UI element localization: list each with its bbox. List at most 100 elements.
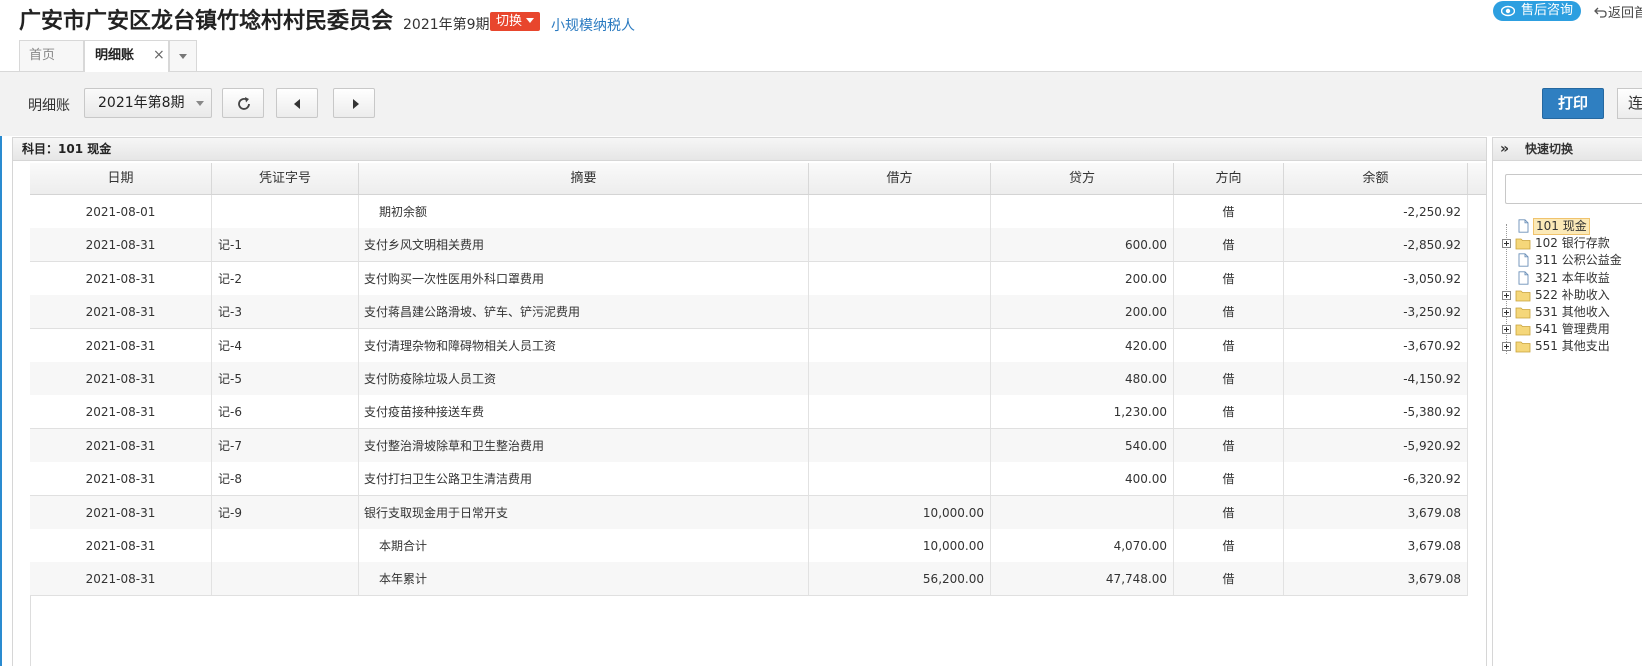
table-row[interactable]: 2021-08-31 记-4 支付清理杂物和障碍物相关人员工资 420.00 借 -3,6… [30, 328, 1468, 363]
tree-item[interactable]: 551 其他支出 [1500, 338, 1642, 355]
subject-header: 科目：101 现金 [12, 137, 1487, 161]
back-arrow-icon [1594, 7, 1607, 18]
expand-plus-icon[interactable] [1502, 342, 1511, 352]
expand-plus-icon[interactable] [1502, 290, 1511, 300]
close-tab-icon[interactable]: × [153, 41, 165, 70]
continuous-print-button[interactable]: 连 [1617, 88, 1642, 119]
cell-debit [809, 428, 991, 462]
tree-item[interactable]: 541 管理费用 [1500, 321, 1642, 338]
column-header-voucher[interactable]: 凭证字号 [212, 163, 359, 194]
tree-item[interactable]: 311 公积公益金 [1500, 252, 1642, 269]
cell-date: 2021-08-31 [30, 362, 212, 395]
tree-item-label: 321 本年收益 [1535, 270, 1610, 285]
expand-plus-icon[interactable] [1502, 239, 1511, 249]
tab-home[interactable]: 首页 [19, 40, 84, 71]
cell-balance: -2,250.92 [1284, 195, 1468, 228]
taxpayer-type-link[interactable]: 小规模纳税人 [551, 15, 635, 35]
cell-voucher: 记-5 [212, 362, 359, 395]
cell-date: 2021-08-31 [30, 562, 212, 596]
column-header-direction[interactable]: 方向 [1174, 163, 1284, 194]
period-select-value: 2021年第8期 [98, 95, 185, 111]
table-row[interactable]: 2021-08-31 记-2 支付购买一次性医用外科口罩费用 200.00 借 -3,05… [30, 261, 1468, 296]
cell-balance: 3,679.08 [1284, 495, 1468, 529]
next-period-button[interactable] [333, 88, 375, 118]
column-header-debit[interactable]: 借方 [809, 163, 991, 194]
table-row[interactable]: 2021-08-31 记-9 银行支取现金用于日常开支 10,000.00 借 3,679… [30, 495, 1468, 530]
table-row[interactable]: 2021-08-01 期初余额 借 -2,250.92 [30, 195, 1468, 229]
cell-balance: -3,050.92 [1284, 261, 1468, 295]
cell-date: 2021-08-31 [30, 295, 212, 329]
tree-item[interactable]: 522 补助收入 [1500, 287, 1642, 304]
chevron-down-icon [196, 101, 204, 106]
tab-detail-ledger-label: 明细账 [95, 48, 135, 63]
back-home-link[interactable]: 返回首 [1594, 2, 1642, 21]
cell-credit: 400.00 [991, 462, 1174, 496]
cell-date: 2021-08-31 [30, 428, 212, 462]
cell-credit: 47,748.00 [991, 562, 1174, 596]
cell-date: 2021-08-31 [30, 261, 212, 295]
cell-direction: 借 [1174, 362, 1284, 395]
tree-item-label: 311 公积公益金 [1535, 253, 1622, 268]
cell-summary: 支付防疫除垃圾人员工资 [359, 362, 809, 395]
tree-item[interactable]: 531 其他收入 [1500, 304, 1642, 321]
tree-item[interactable]: 321 本年收益 [1500, 270, 1642, 287]
cell-direction: 借 [1174, 428, 1284, 462]
cell-debit [809, 462, 991, 496]
cell-debit [809, 328, 991, 362]
tab-detail-ledger[interactable]: 明细账 × [84, 40, 169, 72]
cell-voucher: 记-2 [212, 261, 359, 295]
table-row[interactable]: 2021-08-31 记-6 支付疫苗接种接送车费 1,230.00 借 -5,380.9… [30, 395, 1468, 430]
tree-item[interactable]: 101 现金 [1500, 218, 1642, 235]
table-row[interactable]: 2021-08-31 本年累计 56,200.00 47,748.00 借 3,679.0… [30, 562, 1468, 597]
cell-direction: 借 [1174, 395, 1284, 429]
table-row[interactable]: 2021-08-31 本期合计 10,000.00 4,070.00 借 3,679.08 [30, 529, 1468, 563]
cell-debit: 56,200.00 [809, 562, 991, 596]
tab-list-dropdown[interactable] [169, 40, 197, 71]
table-row[interactable]: 2021-08-31 记-5 支付防疫除垃圾人员工资 480.00 借 -4,150.92 [30, 362, 1468, 396]
cell-date: 2021-08-31 [30, 328, 212, 362]
cell-voucher: 记-4 [212, 328, 359, 362]
cell-debit [809, 195, 991, 228]
column-header-balance[interactable]: 余额 [1284, 163, 1468, 194]
previous-period-button[interactable] [276, 88, 318, 118]
folder-icon [1515, 341, 1531, 353]
cell-summary: 期初余额 [359, 195, 809, 228]
cell-summary: 本期合计 [359, 529, 809, 562]
tree-item[interactable]: 102 银行存款 [1500, 235, 1642, 252]
table-row[interactable]: 2021-08-31 记-8 支付打扫卫生公路卫生清洁费用 400.00 借 -6,320… [30, 462, 1468, 497]
after-sales-consult-button[interactable]: 售后咨询 [1493, 1, 1581, 21]
cell-voucher [212, 562, 359, 596]
cell-voucher: 记-1 [212, 228, 359, 262]
column-header-date[interactable]: 日期 [30, 163, 212, 194]
print-button[interactable]: 打印 [1542, 88, 1604, 119]
collapse-panel-icon[interactable]: » [1500, 138, 1509, 160]
cell-direction: 借 [1174, 228, 1284, 262]
quick-switch-search-input[interactable] [1505, 174, 1642, 204]
switch-label: 切换 [496, 14, 523, 29]
cell-direction: 借 [1174, 462, 1284, 496]
period-select[interactable]: 2021年第8期 [84, 88, 212, 118]
cell-date: 2021-08-01 [30, 195, 212, 228]
cell-credit: 420.00 [991, 328, 1174, 362]
cell-date: 2021-08-31 [30, 529, 212, 562]
table-row[interactable]: 2021-08-31 记-3 支付蒋昌建公路滑坡、铲车、铲污泥费用 200.00 借 -3… [30, 295, 1468, 330]
table-row[interactable]: 2021-08-31 记-7 支付整治滑坡除草和卫生整治费用 540.00 借 -5,92… [30, 428, 1468, 463]
folder-icon [1515, 307, 1531, 319]
cell-credit: 540.00 [991, 428, 1174, 462]
grid-row-gutter [13, 163, 31, 666]
cell-summary: 支付蒋昌建公路滑坡、铲车、铲污泥费用 [359, 295, 809, 329]
table-row[interactable]: 2021-08-31 记-1 支付乡风文明相关费用 600.00 借 -2,850.92 [30, 228, 1468, 263]
cell-balance: -6,320.92 [1284, 462, 1468, 496]
cell-credit [991, 495, 1174, 529]
document-icon [1518, 270, 1529, 285]
grid-header-row: 日期 凭证字号 摘要 借方 贷方 方向 余额 [30, 163, 1468, 195]
expand-plus-icon[interactable] [1502, 308, 1511, 317]
cell-voucher: 记-7 [212, 428, 359, 462]
column-header-summary[interactable]: 摘要 [359, 163, 809, 194]
switch-period-button[interactable]: 切换 [490, 12, 541, 31]
column-header-credit[interactable]: 贷方 [991, 163, 1174, 194]
cell-date: 2021-08-31 [30, 395, 212, 429]
expand-plus-icon[interactable] [1502, 325, 1511, 335]
back-home-label: 返回首 [1608, 6, 1642, 21]
refresh-button[interactable] [222, 88, 264, 118]
